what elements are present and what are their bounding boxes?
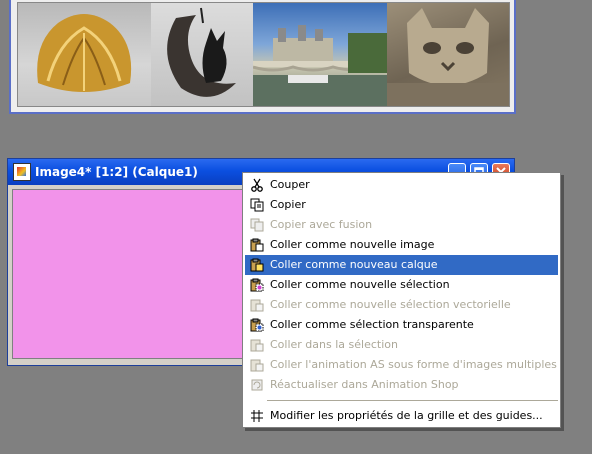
menu-item-label: Copier avec fusion [270,218,373,231]
menu-item-label: Coller comme sélection transparente [270,318,474,331]
window-title: Image4* [1:2] (Calque1) [35,165,198,179]
paste-vector-selection-icon [249,297,265,313]
refresh-animation-shop-icon [249,377,265,393]
copy-icon [249,197,265,213]
paste-animation-icon [249,357,265,373]
menu-item-label: Coller comme nouvelle image [270,238,435,251]
menu-item-paste-new-image[interactable]: Coller comme nouvelle image [245,235,558,255]
menu-item-paste-into-selection[interactable]: Coller dans la sélection [245,335,558,355]
menu-item-label: Couper [270,178,310,191]
menu-item-copy[interactable]: Copier [245,195,558,215]
menu-item-label: Coller comme nouvelle sélection [270,278,450,291]
menu-item-paste-vector-selection[interactable]: Coller comme nouvelle sélection vectorie… [245,295,558,315]
menu-item-paste-new-layer[interactable]: Coller comme nouveau calque [245,255,558,275]
image-document-icon[interactable] [13,163,31,181]
menu-item-label: Coller comme nouveau calque [270,258,438,271]
paste-selection-icon [249,277,265,293]
paste-transparent-selection-icon [249,317,265,333]
stone-cat-photo [387,3,509,106]
golden-shell-photo [18,3,151,106]
menu-item-label: Coller comme nouvelle sélection vectorie… [270,298,511,311]
menu-item-cut[interactable]: Couper [245,175,558,195]
menu-separator [267,400,558,401]
seine-bridge-photo [253,3,387,106]
menu-item-label: Coller l'animation AS sous forme d'image… [270,358,557,371]
copy-merged-icon [249,217,265,233]
menu-item-paste-animation[interactable]: Coller l'animation AS sous forme d'image… [245,355,558,375]
menu-item-label: Coller dans la sélection [270,338,398,351]
context-menu: Couper Copier Copier avec fusion Coller … [242,172,561,428]
menu-item-paste-new-selection[interactable]: Coller comme nouvelle sélection [245,275,558,295]
menu-item-label: Copier [270,198,306,211]
menu-item-grid-guides-properties[interactable]: Modifier les propriétés de la grille et … [245,406,558,426]
cat-moon-sign-photo [151,3,253,106]
image-window-photos[interactable] [9,0,516,114]
paste-new-layer-icon [249,257,265,273]
grid-icon [249,408,265,424]
photo-strip [17,2,510,107]
menu-item-label: Réactualiser dans Animation Shop [270,378,459,391]
paste-new-image-icon [249,237,265,253]
menu-item-label: Modifier les propriétés de la grille et … [270,409,543,422]
menu-item-paste-transparent-selection[interactable]: Coller comme sélection transparente [245,315,558,335]
paste-into-selection-icon [249,337,265,353]
menu-item-copy-merged[interactable]: Copier avec fusion [245,215,558,235]
menu-item-refresh-animation-shop[interactable]: Réactualiser dans Animation Shop [245,375,558,395]
scissors-icon [249,177,265,193]
